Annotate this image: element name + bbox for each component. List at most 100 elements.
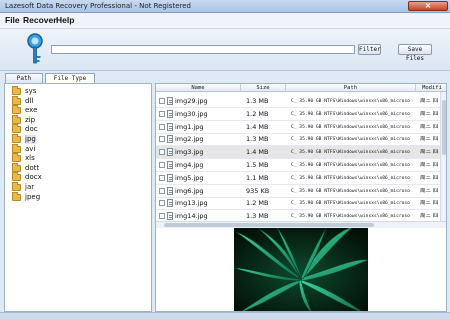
view-tabs: Path File Type — [0, 71, 450, 83]
horizontal-scrollbar[interactable] — [156, 221, 446, 228]
file-name: img14.jpg — [175, 213, 208, 221]
row-checkbox[interactable] — [159, 149, 165, 156]
file-size: 1.1 MB — [246, 174, 269, 182]
leaf-preview-image — [234, 228, 368, 311]
file-modified: 周三 四 — [420, 213, 439, 220]
row-checkbox[interactable] — [159, 200, 165, 207]
file-icon — [167, 122, 173, 131]
column-size[interactable]: Size — [241, 84, 286, 92]
search-input[interactable] — [51, 45, 355, 54]
vertical-scroll-thumb[interactable] — [442, 100, 446, 155]
folder-icon — [12, 134, 21, 143]
row-checkbox[interactable] — [159, 213, 165, 220]
tree-item-label: jar — [25, 183, 35, 191]
file-size: 1.2 MB — [246, 200, 269, 208]
tree-item-label: exe — [25, 106, 38, 115]
file-name: img13.jpg — [175, 200, 208, 208]
file-path: C_ 35.90 GB NTFS\Windows\winsxs\x86_micr… — [291, 137, 410, 143]
column-path[interactable]: Path — [286, 84, 416, 92]
file-modified: 周三 四 — [420, 123, 439, 130]
file-modified: 周三 四 — [420, 110, 439, 117]
table-row[interactable]: img30.jpg 1.2 MB C_ 35.90 GB NTFS\Windows\… — [156, 108, 440, 121]
file-path: C_ 35.90 GB NTFS\Windows\winsxs\x86_micr… — [291, 188, 410, 194]
file-path: C_ 35.90 GB NTFS\Windows\winsxs\x86_micr… — [291, 163, 410, 168]
file-path: C_ 35.90 GB NTFS\Windows\winsxs\x86_micr… — [291, 214, 410, 220]
save-files-button[interactable]: Save Files — [398, 44, 432, 62]
file-size: 935 KB — [246, 187, 270, 195]
horizontal-scroll-thumb[interactable] — [164, 223, 374, 227]
file-name: img5.jpg — [175, 174, 204, 182]
row-checkbox[interactable] — [159, 136, 165, 143]
file-modified: 周三 四 — [420, 136, 439, 143]
folder-icon — [12, 95, 21, 105]
table-row[interactable]: img14.jpg 1.3 MB C_ 35.90 GB NTFS\Windows\… — [156, 210, 440, 221]
menu-help[interactable]: Help — [56, 15, 74, 25]
table-row[interactable]: img3.jpg 1.4 MB C_ 35.90 GB NTFS\Windows\w… — [156, 146, 440, 160]
filter-button[interactable]: Filter — [358, 44, 381, 55]
folder-icon — [12, 172, 21, 182]
folder-icon — [12, 153, 21, 163]
file-path: C_ 35.90 GB NTFS\Windows\winsxs\x86_micr… — [291, 99, 410, 104]
window-title: Lazesoft Data Recovery Professional - No… — [5, 2, 191, 10]
folder-icon — [12, 191, 21, 201]
file-type-tree: sys dll exe zip doc jpg avi xls dott docx jar jpeg — [4, 83, 152, 312]
table-row[interactable]: img4.jpg 1.5 MB C_ 35.90 GB NTFS\Windows\w… — [156, 159, 440, 172]
table-header: Name Size Path Modifi — [156, 84, 446, 92]
table-row[interactable]: img1.jpg 1.4 MB C_ 35.90 GB NTFS\Windows\w… — [156, 121, 440, 134]
tree-item-label: xls — [25, 154, 35, 163]
search-toolbar: Filter Save Files — [0, 29, 450, 71]
table-row[interactable]: img5.jpg 1.1 MB C_ 35.90 GB NTFS\Windows\w… — [156, 172, 440, 185]
table-row[interactable]: img13.jpg 1.2 MB C_ 35.90 GB NTFS\Windows\… — [156, 197, 440, 211]
file-icon — [167, 148, 173, 157]
tree-item-label: dll — [25, 96, 34, 105]
folder-icon — [12, 182, 21, 191]
file-size: 1.3 MB — [246, 136, 269, 144]
file-path: C_ 35.90 GB NTFS\Windows\winsxs\x86_micr… — [291, 175, 410, 181]
folder-icon — [12, 143, 21, 153]
file-modified: 周三 四 — [420, 149, 439, 156]
tree-item-label: jpg — [25, 135, 36, 144]
table-row[interactable]: img2.jpg 1.3 MB C_ 35.90 GB NTFS\Windows\w… — [156, 133, 440, 147]
file-list-panel: Name Size Path Modifi img29.jpg 1.3 MB C_ … — [155, 83, 447, 312]
row-checkbox[interactable] — [159, 98, 165, 104]
file-modified: 周三 四 — [420, 98, 439, 104]
file-icon — [167, 161, 173, 169]
folder-icon — [12, 162, 21, 172]
magnifier-key-icon — [27, 33, 43, 64]
row-checkbox[interactable] — [159, 162, 165, 168]
file-icon — [167, 97, 173, 105]
tab-file-type[interactable]: File Type — [45, 73, 95, 83]
tab-path[interactable]: Path — [5, 73, 43, 83]
file-icon — [167, 186, 173, 195]
table-row[interactable]: img29.jpg 1.3 MB C_ 35.90 GB NTFS\Windows\… — [156, 95, 440, 108]
file-name: img30.jpg — [175, 110, 208, 118]
row-checkbox[interactable] — [159, 110, 165, 117]
menu-recover[interactable]: Recover — [23, 15, 57, 25]
folder-icon — [12, 114, 21, 124]
tree-item-label: avi — [25, 144, 36, 153]
tree-item-label: dott — [25, 163, 40, 172]
file-name: img1.jpg — [175, 123, 204, 131]
file-size: 1.4 MB — [246, 123, 269, 131]
file-modified: 周三 四 — [420, 200, 439, 207]
file-modified: 周三 四 — [420, 162, 439, 168]
vertical-scrollbar[interactable] — [440, 92, 446, 221]
image-preview — [234, 228, 368, 311]
file-name: img4.jpg — [175, 162, 204, 169]
file-path: C_ 35.90 GB NTFS\Windows\winsxs\x86_micr… — [291, 201, 410, 207]
file-name: img29.jpg — [175, 98, 208, 105]
tree-item-label: zip — [25, 115, 36, 124]
row-checkbox[interactable] — [159, 123, 165, 130]
file-path: C_ 35.90 GB NTFS\Windows\winsxs\x86_micr… — [291, 150, 410, 156]
column-name[interactable]: Name — [156, 84, 241, 92]
table-row[interactable]: img6.jpg 935 KB C_ 35.90 GB NTFS\Windows\w… — [156, 185, 440, 198]
file-size: 1.3 MB — [246, 98, 269, 105]
menu-bar: File Recover Help — [0, 13, 450, 29]
file-icon — [167, 135, 173, 144]
menu-file[interactable]: File — [5, 15, 20, 25]
row-checkbox[interactable] — [159, 174, 165, 181]
close-window-button[interactable]: × — [408, 1, 448, 11]
column-modified[interactable]: Modifi — [416, 84, 446, 92]
file-size: 1.4 MB — [246, 149, 269, 157]
row-checkbox[interactable] — [159, 187, 165, 194]
